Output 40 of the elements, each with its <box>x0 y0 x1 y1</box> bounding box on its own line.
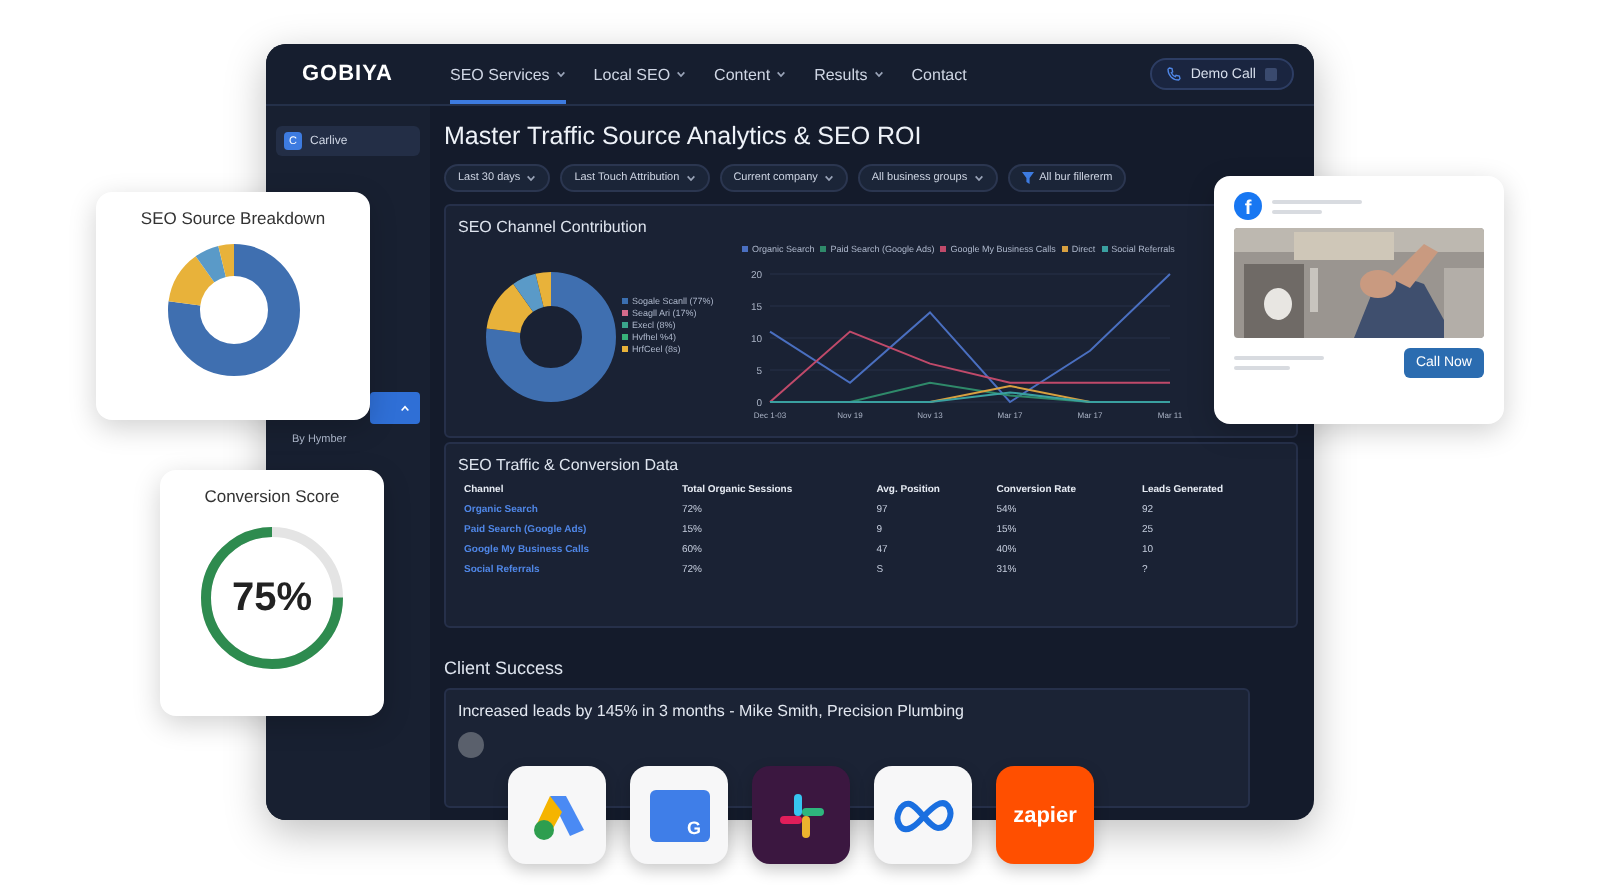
avatar <box>458 732 484 758</box>
card-title: SEO Source Breakdown <box>140 208 326 228</box>
nav-link[interactable]: Local SEO <box>593 44 687 104</box>
card-title: SEO Channel Contribution <box>458 218 649 236</box>
nav-link[interactable]: SEO Services <box>450 44 566 104</box>
donut-chart-drawing <box>486 272 616 402</box>
facebook-logo: f <box>1234 192 1262 220</box>
donut-chart-drawing <box>167 244 299 376</box>
app-logo: zapier <box>1013 803 1077 827</box>
caret-icon <box>823 174 834 182</box>
nav-link[interactable]: Content <box>714 44 787 104</box>
storefront-icon: G <box>649 789 709 841</box>
card-title: SEO Traffic & Conversion Data <box>458 456 681 474</box>
legend-swatch <box>742 246 748 252</box>
placeholder-line <box>1234 356 1324 360</box>
caret-icon <box>973 174 984 182</box>
placeholder-line <box>1234 366 1290 370</box>
infinity-icon <box>891 797 955 833</box>
nav-link[interactable]: Results <box>814 44 884 104</box>
section-title: Client Success <box>444 658 566 678</box>
filter-icon <box>1021 172 1034 184</box>
testimonial-text: Increased leads by 145% in 3 months - Mike Smith, Precision Plumbing <box>458 702 967 720</box>
legend-swatch <box>820 246 827 252</box>
card-title: Conversion Score <box>204 486 340 506</box>
caret-icon <box>400 404 410 412</box>
calendar-icon <box>1264 66 1278 82</box>
legend-swatch <box>1061 246 1068 252</box>
placeholder-line <box>1272 209 1322 213</box>
legend-swatch <box>940 246 947 252</box>
nav-link[interactable]: Contact <box>911 44 967 104</box>
placeholder-line <box>1272 199 1362 203</box>
logo: GOBIYA <box>302 62 395 86</box>
legend-swatch <box>1101 246 1108 252</box>
caret-icon <box>685 174 696 182</box>
phone-icon <box>1166 66 1183 82</box>
page-title: Master Traffic Source Analytics & SEO ROI <box>444 122 924 150</box>
caret-icon <box>526 174 537 182</box>
sidebar-group[interactable] <box>370 392 420 424</box>
hash-logo-icon <box>777 791 825 839</box>
score-value: 75% <box>231 575 313 621</box>
